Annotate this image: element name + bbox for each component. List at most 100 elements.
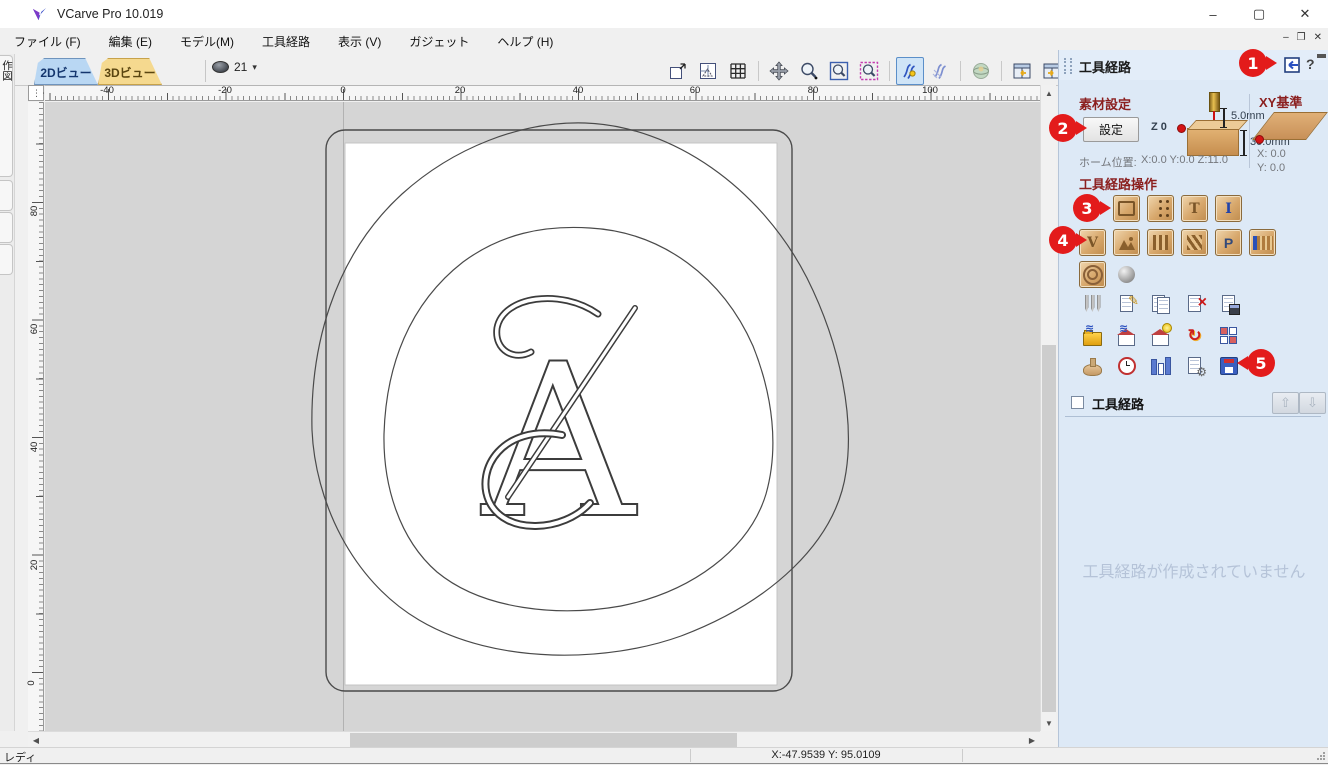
resize-grip[interactable] [1317,752,1325,760]
toolpath-list-checkbox[interactable] [1071,396,1084,409]
zoom-to-drawing-button[interactable] [694,57,722,85]
home-position-label: ホーム位置: [1079,154,1137,170]
sidebar-tab-drawing[interactable]: 作図 [0,55,13,177]
op-row-5: ≋ ≋ ↻ [1079,322,1242,349]
menu-help[interactable]: ヘルプ (H) [483,28,567,54]
menu-edit[interactable]: 編集 (E) [95,28,166,54]
snap-grid-button[interactable] [724,57,752,85]
quick-engrave-toolpath-button[interactable]: T [1181,195,1208,222]
vcarve-pro-window: { "window": { "title": "VCarve Pro 10.01… [0,0,1328,764]
ruler-label: 20 [455,85,466,96]
maximize-button[interactable]: ▢ [1236,0,1282,28]
sidebar-tab-3[interactable] [0,212,13,243]
z-datum-dot [1177,124,1186,133]
menu-gadgets[interactable]: ガジェット [395,28,483,54]
op-row-3 [1079,261,1140,288]
mdi-close-button[interactable]: ✕ [1314,32,1322,43]
z-zero-label: Z 0 [1151,121,1167,133]
nesting-button[interactable] [1215,322,1242,349]
svg-text:A: A [480,318,638,565]
ruler-label: 40 [29,442,40,453]
photo-carve-toolpath-button[interactable] [1113,229,1140,256]
texture-toolpath-button[interactable] [1181,229,1208,256]
preview-material-button[interactable] [1079,352,1106,379]
toggle-2d-toolpath-display-button[interactable] [896,57,924,85]
menu-file[interactable]: ファイル (F) [0,28,95,54]
sidebar-tab-4[interactable] [0,244,13,275]
minimize-button[interactable]: – [1190,0,1236,28]
toggle-left-panel-button[interactable] [1008,57,1036,85]
tab-3d-view[interactable]: 3Dビュー [98,58,162,85]
mdi-window-controls: – ❐ ✕ [1283,32,1322,43]
annotation-marker-1: 1 [1239,49,1267,77]
vertical-scrollbar-thumb[interactable] [1042,345,1056,712]
toggle-toolpath-solid-button[interactable] [926,57,954,85]
pan-button[interactable] [765,57,793,85]
horizontal-scrollbar-thumb[interactable] [350,733,737,747]
zoom-to-fit-button[interactable] [664,57,692,85]
menu-toolpath[interactable]: 工具経路 [248,28,324,54]
divider [1001,61,1002,81]
divider [889,61,890,81]
move-toolpath-down-button[interactable]: ⇩ [1299,392,1326,414]
home-position-value: X:0.0 Y:0.0 Z:11.0 [1141,154,1228,166]
horizontal-scrollbar[interactable]: ◀ ▶ [28,731,1040,747]
ruler-origin-box: ⋮⋯ [28,85,44,101]
toggle-3d-view-button[interactable] [967,57,995,85]
estimate-gcode-button[interactable] [1215,290,1242,317]
toolpath-template-button[interactable] [1147,322,1174,349]
recalculate-toolpaths-button[interactable]: ↻ [1181,322,1208,349]
profile-toolpath-button[interactable] [1113,195,1140,222]
clearance-dimension-icon [1220,108,1227,128]
design-canvas[interactable]: A [45,102,1040,731]
window-title: VCarve Pro 10.019 [57,7,163,21]
preview-toolpath-button[interactable] [1147,352,1174,379]
scroll-up-arrow[interactable]: ▲ [1041,85,1057,101]
close-panel-icon[interactable] [1283,56,1301,79]
letter-a-vector[interactable]: A [480,298,638,565]
ruler-label: -40 [100,85,114,96]
tab-2d-view[interactable]: 2Dビュー [34,58,98,85]
toolpath-settings-button[interactable]: ⚙ [1181,352,1208,379]
app-logo-icon [32,7,47,22]
fluting-toolpath-button[interactable] [1147,229,1174,256]
import-toolpaths-button[interactable]: ≋ [1113,322,1140,349]
prism-carve-toolpath-button[interactable]: P [1215,229,1242,256]
help-icon[interactable]: ? [1306,56,1315,72]
open-toolpaths-button[interactable]: ≋ [1079,322,1106,349]
vertical-ruler: 80 60 40 20 0 [28,102,44,731]
panel-drag-handle[interactable] [1064,58,1072,74]
drilling-toolpath-button[interactable] [1147,195,1174,222]
material-settings-button[interactable]: 設定 [1083,117,1139,142]
zoom-selected-button[interactable] [855,57,883,85]
close-button[interactable]: ✕ [1282,0,1328,28]
vertical-scrollbar[interactable]: ▲ ▼ [1040,85,1056,731]
ruler-label: 80 [29,206,40,217]
merge-gcode-button[interactable] [1147,290,1174,317]
moulding-toolpath-button[interactable] [1249,229,1276,256]
ruler-label: 0 [340,85,345,96]
inlay-toolpath-button[interactable]: I [1215,195,1242,222]
tool-database-button[interactable] [1079,290,1106,317]
sidebar-tab-2[interactable] [0,180,13,211]
zoom-button[interactable] [795,57,823,85]
ruler-label: 60 [29,324,40,335]
op-row-6: ⚙ [1079,352,1242,379]
estimate-machining-time-button[interactable] [1113,352,1140,379]
menu-view[interactable]: 表示 (V) [324,28,395,54]
scroll-down-arrow[interactable]: ▼ [1041,715,1057,731]
zoom-window-button[interactable] [825,57,853,85]
edit-gcode-button[interactable]: ✎ [1113,290,1140,317]
3d-roughing-toolpath-button[interactable] [1079,261,1106,288]
mdi-minimize-button[interactable]: – [1283,32,1289,43]
delete-gcode-button[interactable]: × [1181,290,1208,317]
menu-model[interactable]: モデル(M) [166,28,248,54]
scroll-right-arrow[interactable]: ▶ [1024,732,1040,748]
mdi-restore-button[interactable]: ❐ [1297,32,1306,43]
horizontal-ruler: -40 -20 0 20 40 60 80 100 [45,85,1040,101]
layer-selector[interactable]: 21 ▾ [212,60,257,74]
scroll-left-arrow[interactable]: ◀ [28,732,44,748]
3d-finishing-toolpath-button[interactable] [1113,261,1140,288]
move-toolpath-up-button[interactable]: ⇧ [1272,392,1299,414]
annotation-marker-4: 4 [1049,226,1077,254]
